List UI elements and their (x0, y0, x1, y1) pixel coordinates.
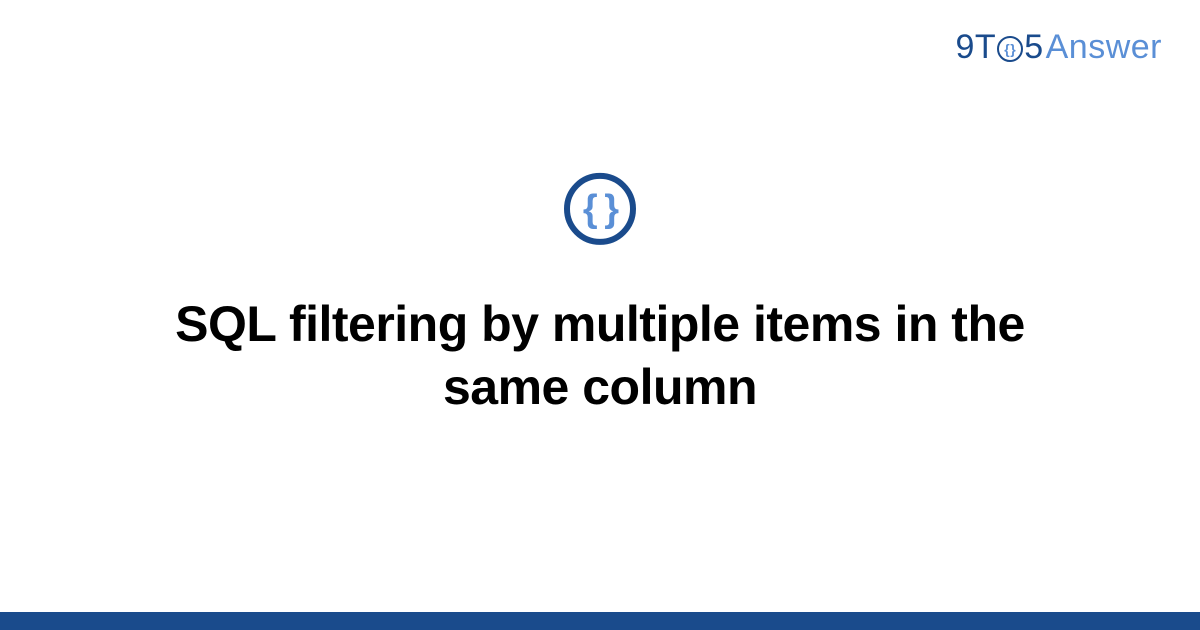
logo-part-9t: 9T (956, 28, 997, 67)
logo-clock-icon: {} (997, 36, 1023, 62)
logo-part-answer: Answer (1046, 28, 1162, 67)
logo-part-5: 5 (1024, 28, 1043, 67)
code-braces-icon: { } (583, 187, 617, 230)
site-logo: 9T {} 5 Answer (956, 28, 1162, 67)
category-icon-circle: { } (564, 173, 636, 245)
page-title: SQL filtering by multiple items in the s… (100, 293, 1100, 418)
footer-bar (0, 612, 1200, 630)
main-content: { } SQL filtering by multiple items in t… (0, 173, 1200, 418)
